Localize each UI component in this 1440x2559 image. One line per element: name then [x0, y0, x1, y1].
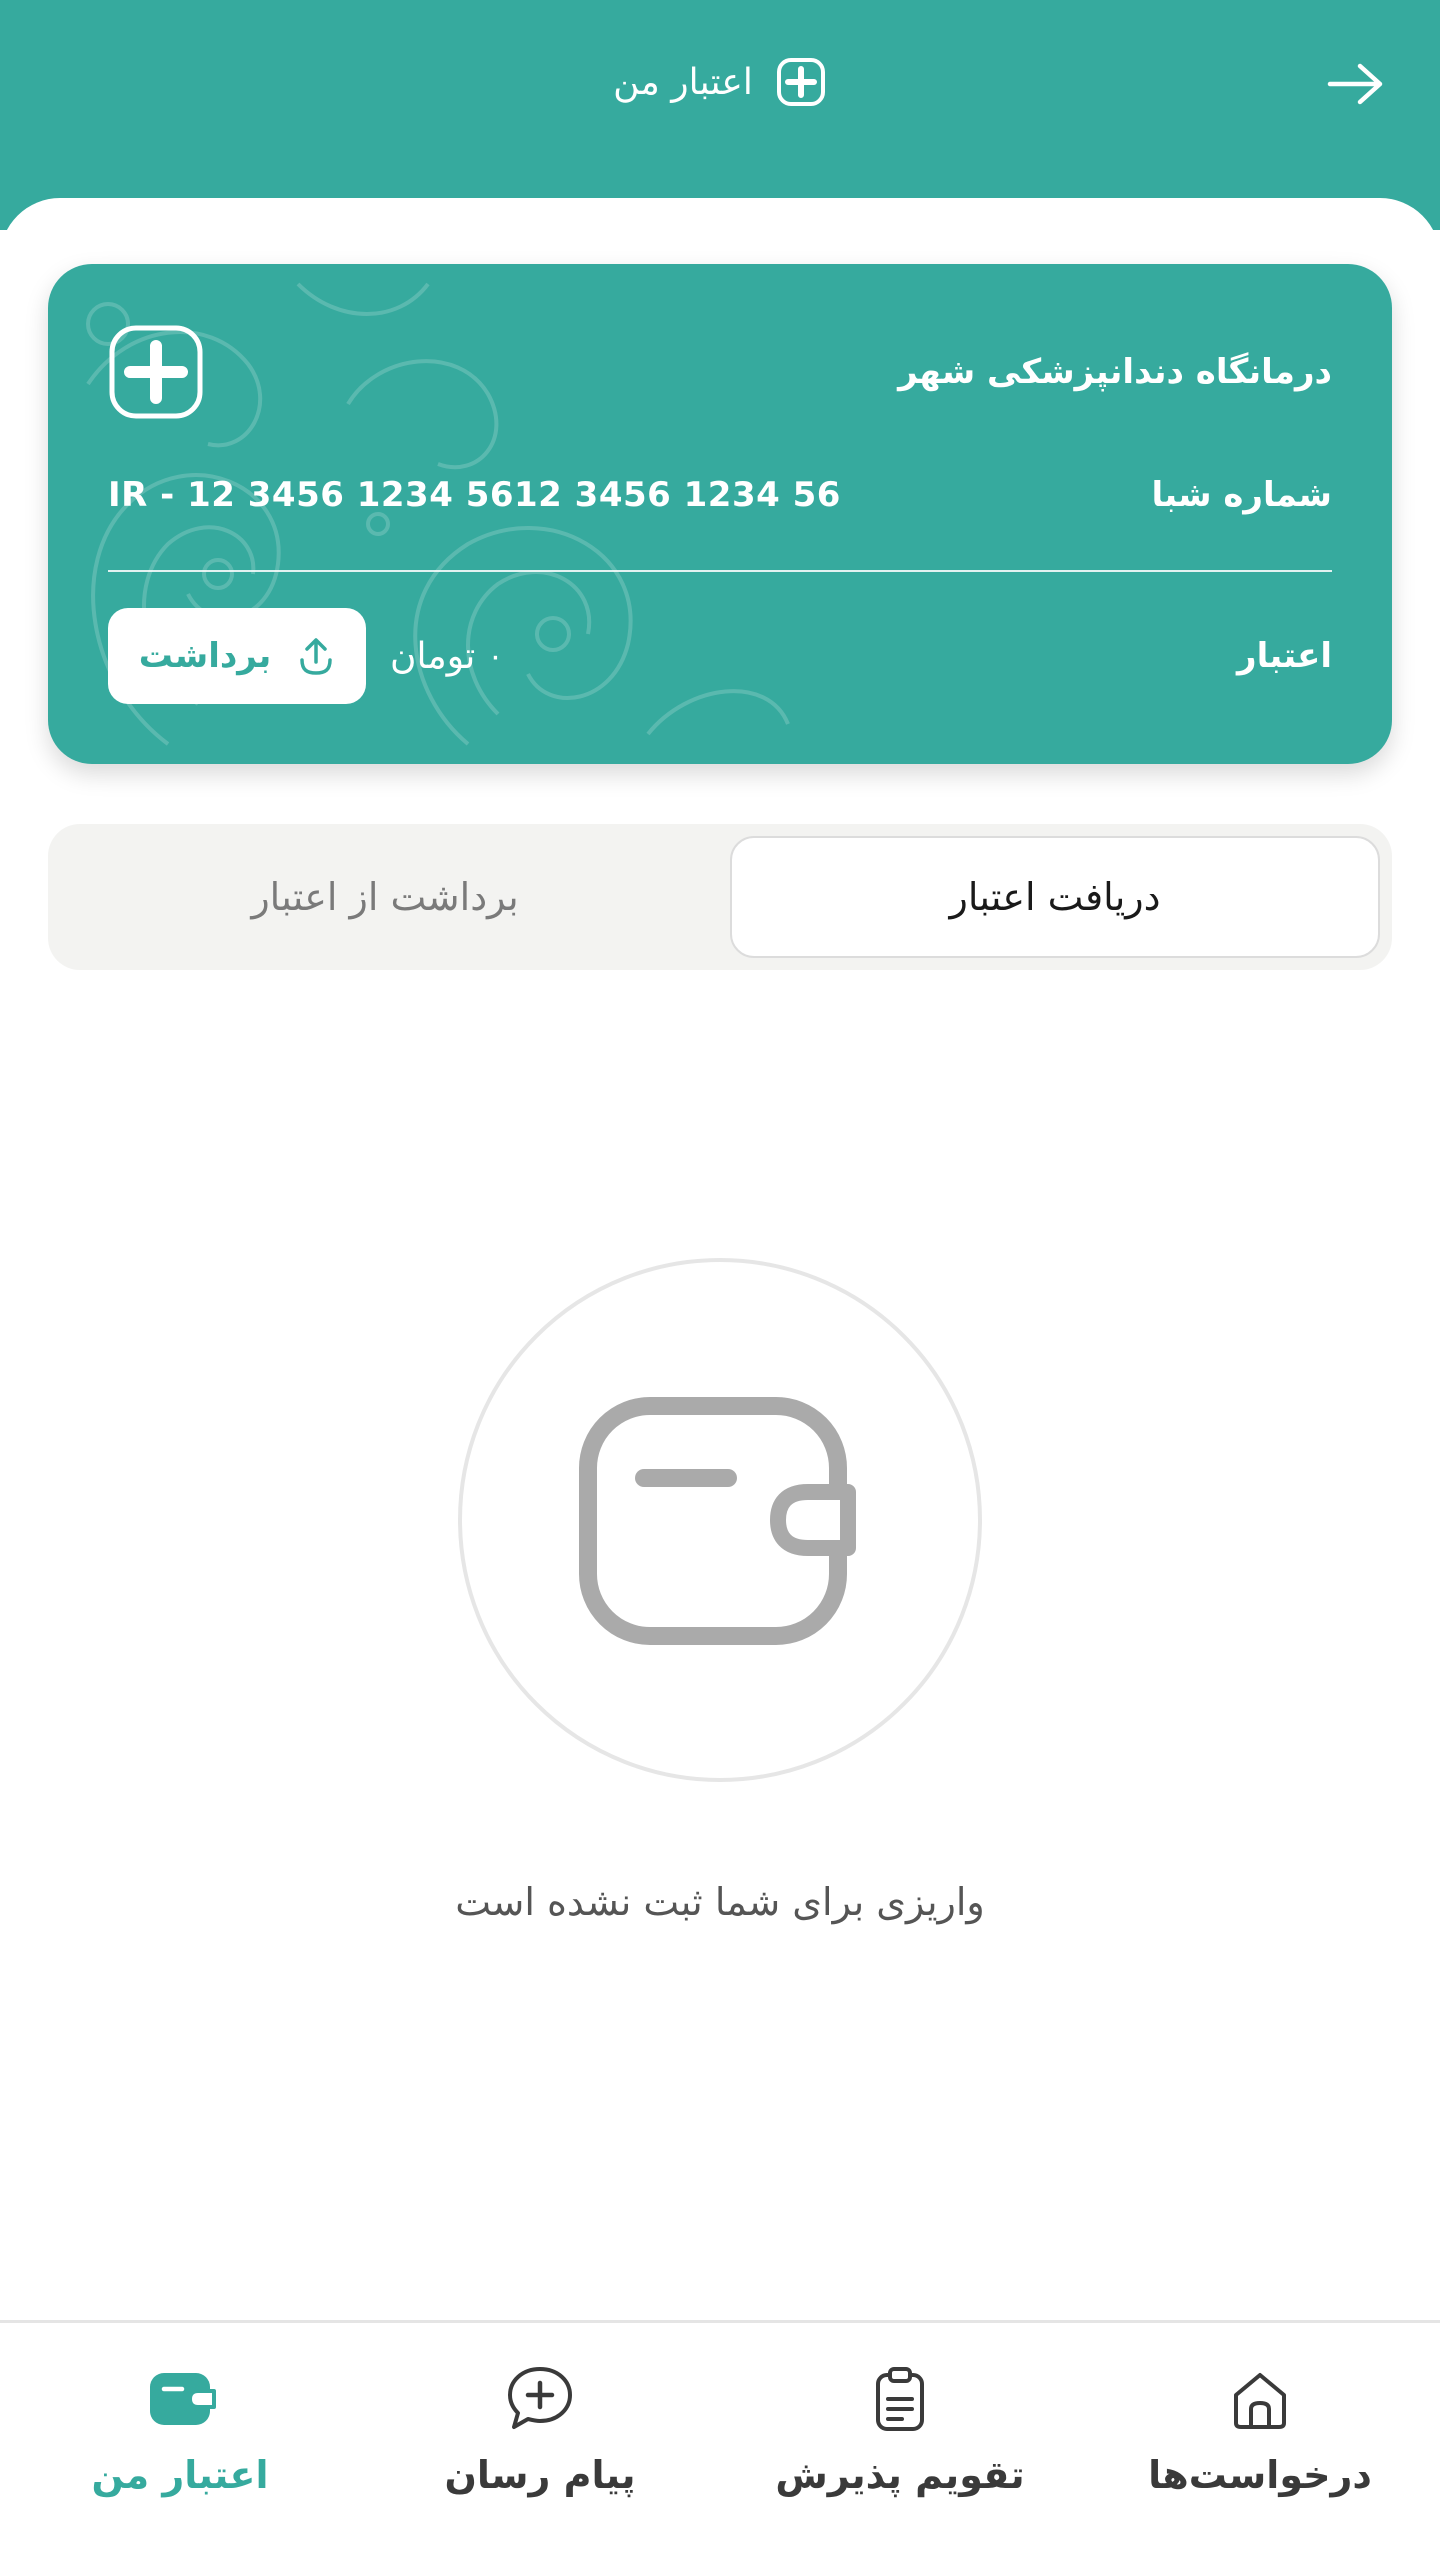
withdraw-label: برداشت — [138, 636, 272, 676]
card-divider — [108, 570, 1332, 572]
clinic-name: درمانگاه دندانپزشکی شهر — [898, 352, 1332, 392]
sheba-number: IR - 12 3456 1234 5612 3456 1234 56 — [108, 475, 841, 515]
nav-item-messenger[interactable]: پیام رسان — [390, 2363, 690, 2513]
tab-withdraw-credit[interactable]: برداشت از اعتبار — [60, 836, 710, 958]
plus-square-icon — [776, 58, 825, 106]
wallet-icon — [150, 2373, 216, 2425]
credit-amount: ۰ تومان — [390, 636, 503, 677]
credit-label: اعتبار — [1237, 636, 1332, 676]
app-header: اعتبار من — [0, 0, 1440, 230]
upload-arrow-icon — [300, 638, 332, 675]
clinic-name-row: درمانگاه دندانپزشکی شهر — [108, 324, 1332, 420]
nav-label-my-credit: اعتبار من — [91, 2453, 269, 2497]
header-title: اعتبار من — [0, 52, 1440, 112]
chat-plus-icon — [508, 2367, 572, 2429]
nav-label-calendar: تقویم پذیرش — [775, 2453, 1025, 2497]
empty-state-message: واریزی برای شما ثبت نشده است — [455, 1880, 985, 1924]
arrow-right-icon — [1327, 63, 1383, 105]
nav-label-requests: درخواست‌ها — [1148, 2453, 1372, 2497]
sheba-label: شماره شبا — [1151, 475, 1332, 515]
header-title-text: اعتبار من — [613, 61, 753, 103]
transaction-tabs: دریافت اعتبار برداشت از اعتبار — [48, 824, 1392, 970]
clipboard-icon — [876, 2367, 924, 2431]
back-button[interactable] — [1324, 52, 1388, 116]
credit-card: درمانگاه دندانپزشکی شهر IR - 12 3456 123… — [48, 264, 1392, 764]
nav-item-requests[interactable]: درخواست‌ها — [1110, 2363, 1410, 2513]
page: اعتبار من درمانگاه دندانپزشکی شهر IR - 1… — [0, 0, 1440, 2559]
credit-row: برداشت ۰ تومان اعتبار — [108, 608, 1332, 704]
tab-receive-credit[interactable]: دریافت اعتبار — [730, 836, 1380, 958]
withdraw-button[interactable]: برداشت — [108, 608, 366, 704]
nav-label-messenger: پیام رسان — [444, 2453, 636, 2497]
nav-item-calendar[interactable]: تقویم پذیرش — [750, 2363, 1050, 2513]
home-icon — [1234, 2373, 1286, 2429]
bottom-navigation: درخواست‌ها تقویم پذیرش پیام رسان اعتبا — [0, 2320, 1440, 2559]
wallet-icon — [579, 1397, 856, 1645]
nav-item-my-credit[interactable]: اعتبار من — [30, 2363, 330, 2513]
amount-unit: تومان — [390, 635, 476, 677]
sheba-row: IR - 12 3456 1234 5612 3456 1234 56 شمار… — [108, 460, 1332, 530]
credit-actions: برداشت ۰ تومان — [108, 608, 503, 704]
amount-value: ۰ — [487, 638, 504, 674]
